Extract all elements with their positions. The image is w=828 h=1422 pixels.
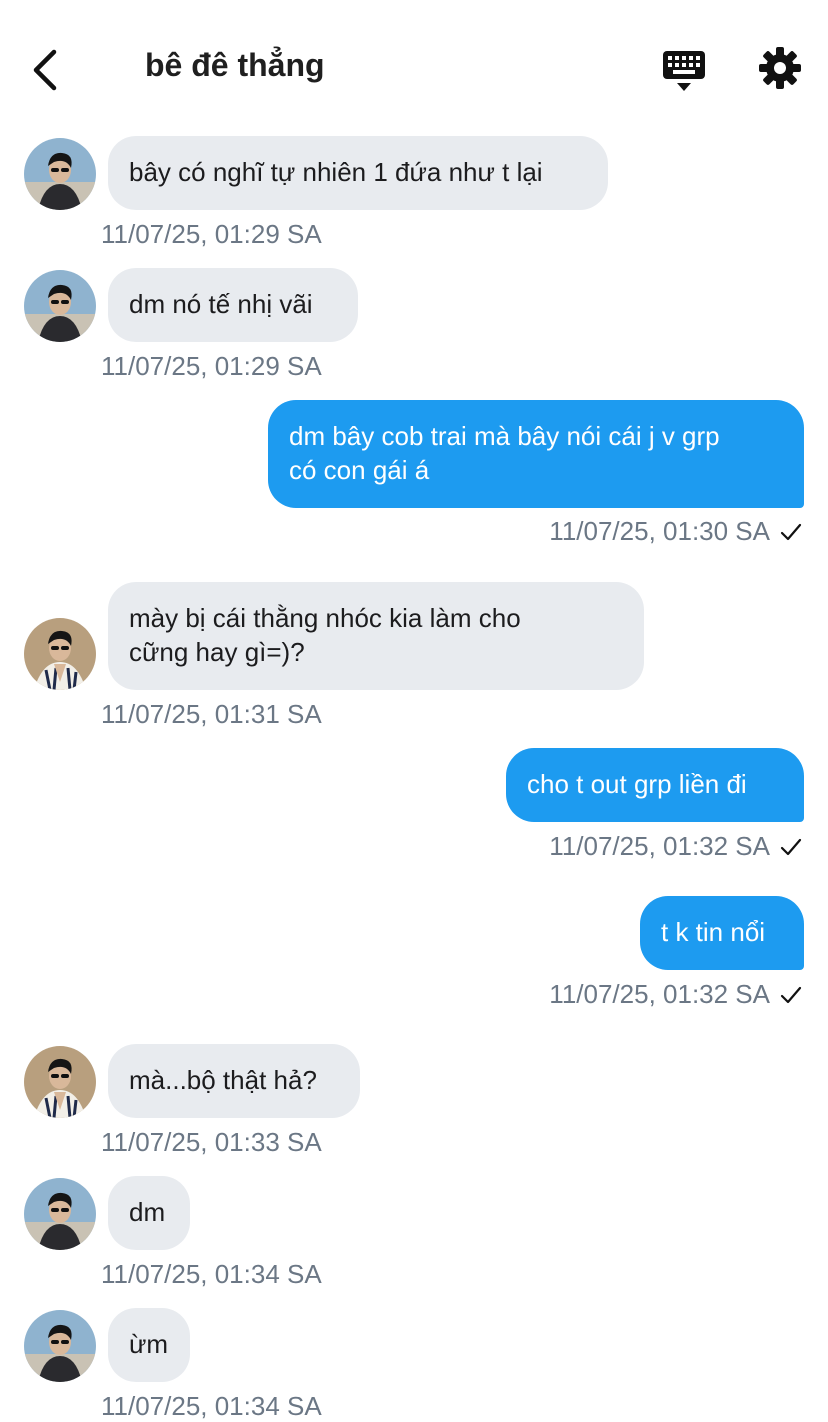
sent-check-icon	[780, 986, 802, 1004]
message-bubble[interactable]: mà...bộ thật hả?	[108, 1044, 360, 1118]
message-bubble[interactable]: bây có nghĩ tự nhiên 1 đứa như t lại	[108, 136, 608, 210]
message-timestamp: 11/07/25, 01:32 SA	[549, 831, 770, 861]
message-timestamp: 11/07/25, 01:31 SA	[101, 699, 322, 729]
message-timestamp: 11/07/25, 01:32 SA	[549, 979, 770, 1009]
avatar[interactable]	[24, 618, 96, 690]
message-timestamp: 11/07/25, 01:33 SA	[101, 1127, 322, 1157]
avatar-photo	[24, 1178, 96, 1250]
page-title: bê đê thẳng	[145, 47, 325, 83]
avatar-photo	[24, 270, 96, 342]
sent-check-icon	[780, 523, 802, 541]
message-timestamp: 11/07/25, 01:34 SA	[101, 1391, 322, 1421]
message-text-line: mày bị cái thằng nhóc kia làm cho	[129, 603, 521, 633]
message-bubble[interactable]: ừm	[108, 1308, 190, 1382]
avatar-photo	[24, 138, 96, 210]
avatar-photo	[24, 1310, 96, 1382]
message-timestamp: 11/07/25, 01:30 SA	[549, 516, 770, 546]
chat-header: bê đê thẳng	[0, 0, 828, 130]
message-text-line: dm bây cob trai mà bây nói cái j v grp	[289, 421, 720, 451]
message-bubble[interactable]: cho t out grp liền đi	[506, 748, 804, 822]
avatar[interactable]	[24, 1046, 96, 1118]
message-timestamp-row: 11/07/25, 01:30 SA	[549, 516, 802, 547]
avatar-photo	[24, 1046, 96, 1118]
message-timestamp-row: 11/07/25, 01:32 SA	[549, 979, 802, 1010]
avatar[interactable]	[24, 138, 96, 210]
message-bubble[interactable]: dm	[108, 1176, 190, 1250]
message-timestamp: 11/07/25, 01:29 SA	[101, 219, 322, 249]
avatar[interactable]	[24, 1178, 96, 1250]
back-button[interactable]	[28, 46, 68, 94]
message-bubble[interactable]: dm bây cob trai mà bây nói cái j v grp c…	[268, 400, 804, 508]
keyboard-icon	[663, 51, 705, 91]
sent-check-icon	[780, 838, 802, 856]
message-text-line: có con gái á	[289, 455, 430, 485]
message-timestamp: 11/07/25, 01:29 SA	[101, 351, 322, 381]
message-bubble[interactable]: dm nó tế nhị vãi	[108, 268, 358, 342]
message-bubble[interactable]: mày bị cái thằng nhóc kia làm cho cững h…	[108, 582, 644, 690]
keyboard-button[interactable]	[660, 48, 708, 94]
message-timestamp: 11/07/25, 01:34 SA	[101, 1259, 322, 1289]
message-timestamp-row: 11/07/25, 01:32 SA	[549, 831, 802, 862]
avatar-photo	[24, 618, 96, 690]
chevron-left-icon	[33, 49, 57, 91]
message-bubble[interactable]: t k tin nổi	[640, 896, 804, 970]
gear-icon	[759, 47, 801, 89]
settings-button[interactable]	[758, 46, 802, 90]
avatar[interactable]	[24, 1310, 96, 1382]
avatar[interactable]	[24, 270, 96, 342]
message-text-line: cững hay gì=)?	[129, 637, 305, 667]
